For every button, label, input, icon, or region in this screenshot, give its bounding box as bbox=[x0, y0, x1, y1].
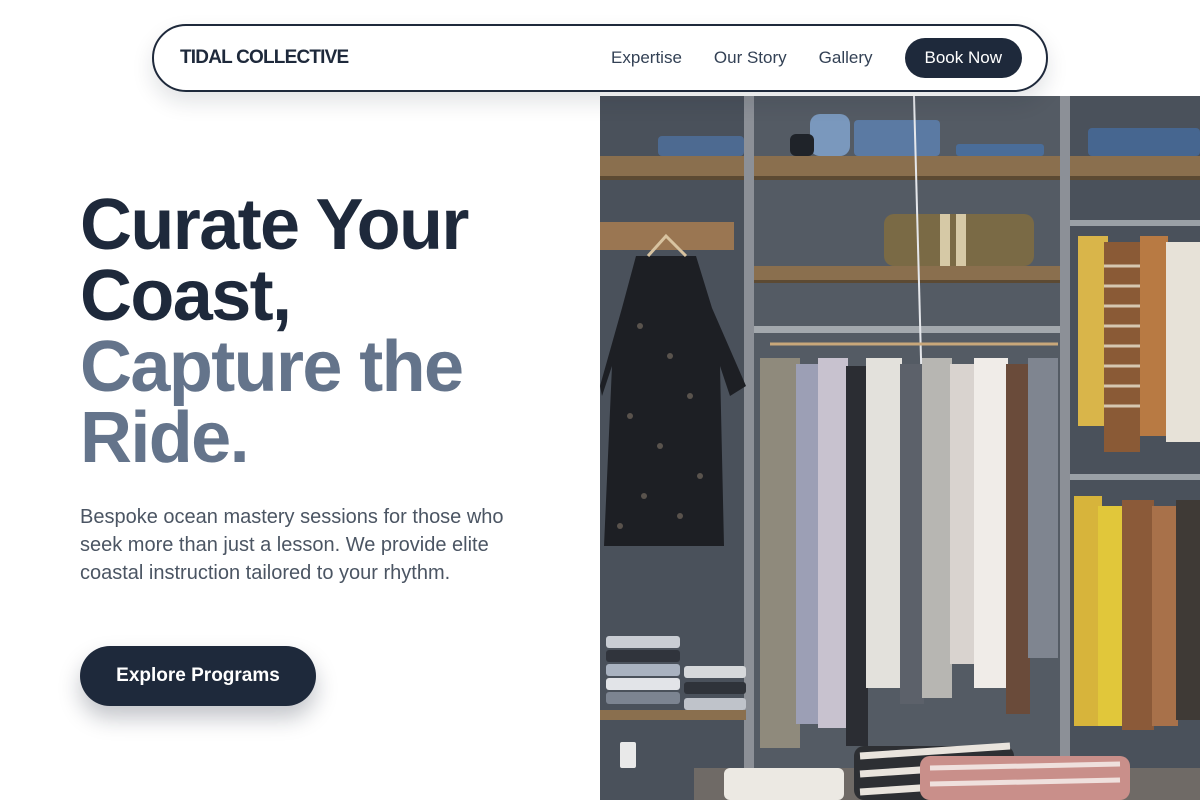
headline-line-2: Coast, bbox=[80, 256, 292, 336]
nav-link-expertise[interactable]: Expertise bbox=[611, 48, 682, 68]
nav-links: Expertise Our Story Gallery Book Now bbox=[611, 38, 1022, 78]
hero-image bbox=[600, 96, 1200, 800]
explore-programs-button[interactable]: Explore Programs bbox=[80, 646, 316, 706]
headline-line-4: Ride. bbox=[80, 398, 250, 478]
hero-description: Bespoke ocean mastery sessions for those… bbox=[80, 506, 504, 584]
headline-line-1: Curate Your bbox=[80, 185, 469, 265]
nav-link-gallery[interactable]: Gallery bbox=[819, 48, 873, 68]
clothing-rack-photo bbox=[600, 96, 1200, 800]
book-now-button[interactable]: Book Now bbox=[904, 38, 1022, 78]
nav-link-our-story[interactable]: Our Story bbox=[714, 48, 787, 68]
top-navigation-bar: TIDAL COLLECTIVE Expertise Our Story Gal… bbox=[152, 24, 1048, 92]
headline-line-3: Capture the bbox=[80, 327, 464, 407]
hero-headline: Curate Your Coast, Capture the Ride. bbox=[80, 185, 580, 478]
brand-logo[interactable]: TIDAL COLLECTIVE bbox=[180, 47, 349, 69]
